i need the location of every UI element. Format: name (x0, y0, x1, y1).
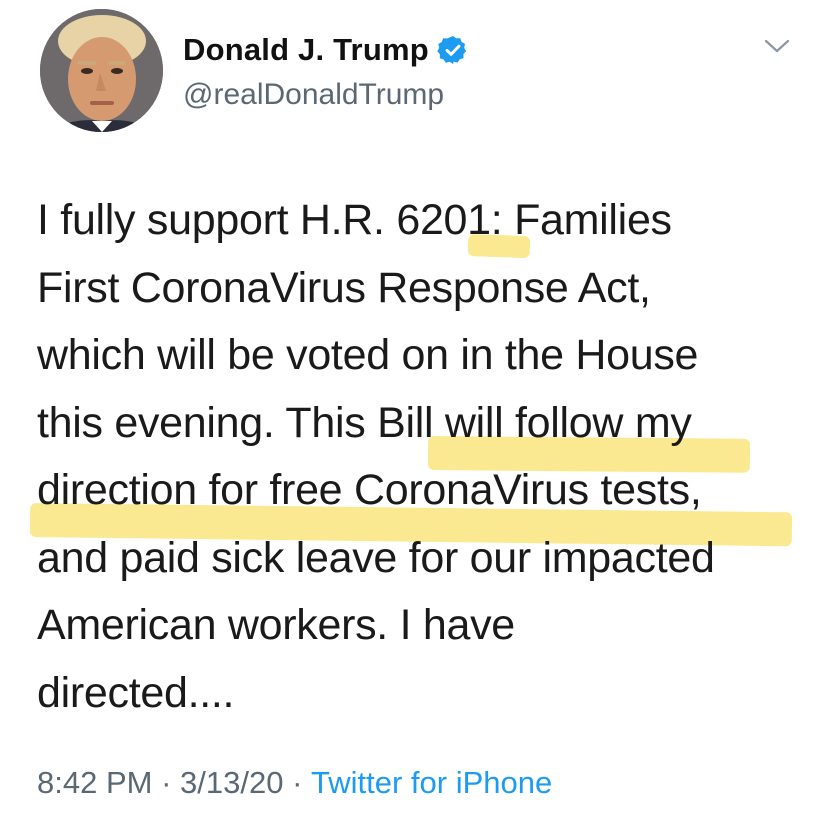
tweet-text: I fully support H.R. 6201: Families Firs… (37, 196, 715, 717)
tweet-meta: 8:42 PM · 3/13/20 · Twitter for iPhone (37, 765, 552, 801)
avatar-image (40, 9, 163, 132)
chevron-down-icon[interactable] (762, 36, 792, 56)
meta-separator: · (283, 765, 312, 800)
tweet-time[interactable]: 8:42 PM (37, 765, 152, 801)
verified-badge-icon (437, 34, 469, 66)
author-name-row: Donald J. Trump (183, 32, 469, 68)
user-handle[interactable]: @realDonaldTrump (183, 78, 444, 112)
tweet-date[interactable]: 3/13/20 (180, 765, 283, 801)
tweet-card: Donald J. Trump @realDonaldTrump I fully… (0, 0, 828, 817)
meta-separator: · (152, 765, 181, 800)
display-name[interactable]: Donald J. Trump (183, 32, 429, 68)
avatar[interactable] (40, 9, 163, 132)
tweet-source-link[interactable]: Twitter for iPhone (311, 765, 552, 801)
